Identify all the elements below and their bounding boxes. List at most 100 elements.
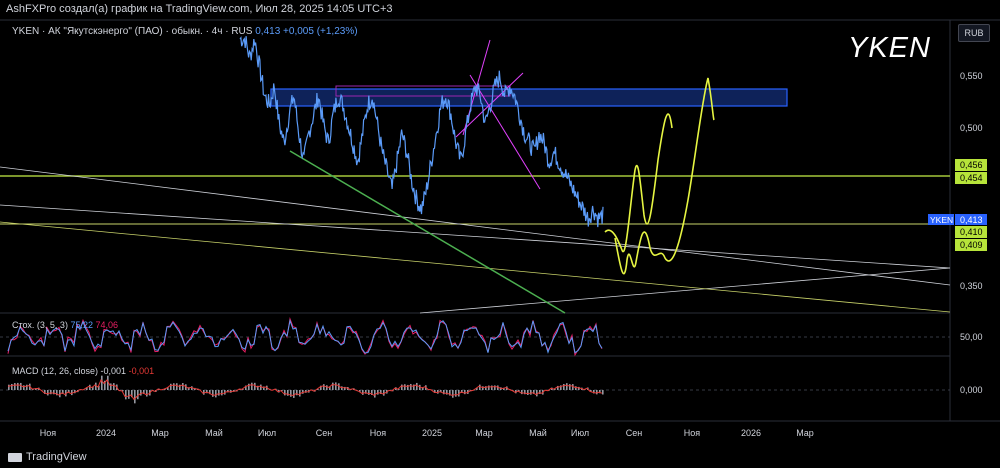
macd-bar xyxy=(14,383,16,390)
macd-bar xyxy=(566,383,568,390)
macd-legend[interactable]: MACD (12, 26, close) -0,001 -0,001 xyxy=(12,366,154,376)
macd-bar xyxy=(215,390,217,398)
x-tick-label: 2025 xyxy=(422,428,442,438)
macd-bar xyxy=(11,383,13,390)
y-tick-0350: 0,350 xyxy=(960,281,983,291)
macd-bar xyxy=(134,390,136,404)
macd-bar xyxy=(212,390,214,397)
macd-bar xyxy=(377,390,379,395)
x-tick-label: Июл xyxy=(258,428,276,438)
macd-bar xyxy=(113,383,115,390)
macd-bar xyxy=(443,390,445,395)
macd-bar xyxy=(173,383,175,390)
macd-bar xyxy=(452,390,454,398)
macd-bar xyxy=(491,385,493,390)
stoch-tick-50: 50,00 xyxy=(960,332,983,342)
forecast-path-1 xyxy=(604,113,673,253)
macd-label: MACD (12, 26, close) xyxy=(12,366,99,376)
price-tag-0456: 0,456 xyxy=(960,160,983,170)
macd-bar xyxy=(401,384,403,390)
price-chart[interactable]: 0,550 0,500 0,350 0,456 0,454 YKEN 0,413… xyxy=(0,0,1000,448)
macd-bar xyxy=(362,390,364,395)
stoch-d-value: 74,06 xyxy=(95,320,119,330)
x-tick-label: Сен xyxy=(316,428,333,438)
x-tick-label: 2024 xyxy=(96,428,116,438)
x-tick-label: Май xyxy=(529,428,547,438)
macd-bar xyxy=(47,390,49,396)
macd-bar xyxy=(569,384,571,390)
macd-bar xyxy=(137,390,139,400)
macd-value-2: -0,001 xyxy=(128,366,155,376)
stoch-k-value: 75,22 xyxy=(70,320,93,330)
y-tick-0550: 0,550 xyxy=(960,71,983,81)
macd-bar xyxy=(248,383,250,390)
macd-bar xyxy=(17,382,19,390)
macd-bar xyxy=(341,386,343,390)
time-axis: Ноя 2024 Мар Май Июл Сен Ноя 2025 Мар Май Июл Сен Но… xyxy=(40,428,814,438)
footer-bar: TradingView xyxy=(0,448,1000,468)
macd-bar xyxy=(527,390,529,395)
macd-bar xyxy=(404,384,406,390)
macd-bar xyxy=(575,386,577,390)
macd-bar xyxy=(140,390,142,396)
price-series-line xyxy=(239,36,604,228)
stoch-legend[interactable]: Стох. (3, 5, 3) 75,22 74,06 xyxy=(12,320,118,330)
macd-bar xyxy=(146,390,148,397)
macd-bar xyxy=(20,382,22,390)
price-tag-0454: 0,454 xyxy=(960,173,983,183)
macd-bar xyxy=(494,385,496,390)
x-tick-label: Мар xyxy=(151,428,169,438)
macd-bar xyxy=(50,390,52,395)
macd-bar xyxy=(464,390,466,395)
x-tick-label: Мар xyxy=(475,428,493,438)
macd-bar xyxy=(455,390,457,397)
macd-bar xyxy=(110,383,112,390)
macd-bar xyxy=(8,384,10,390)
y-tick-0500: 0,500 xyxy=(960,123,983,133)
macd-bar xyxy=(488,385,490,390)
macd-bar xyxy=(563,383,565,390)
trendline-white-2 xyxy=(0,204,951,269)
x-tick-label: Мар xyxy=(796,428,814,438)
macd-bar xyxy=(101,375,103,390)
macd-bar xyxy=(332,382,334,390)
stoch-label: Стох. (3, 5, 3) xyxy=(12,320,68,330)
x-tick-label: 2026 xyxy=(741,428,761,438)
macd-bar xyxy=(530,390,532,395)
macd-bar xyxy=(326,385,328,390)
tradingview-logo-icon xyxy=(8,452,22,462)
price-tag-0409: 0,409 xyxy=(960,240,983,250)
macd-bar xyxy=(128,390,130,399)
macd-tick-0: 0,000 xyxy=(960,385,983,395)
macd-bar xyxy=(410,383,412,390)
macd-bar xyxy=(290,390,292,397)
macd-bar xyxy=(368,390,370,395)
price-tag-0410: 0,410 xyxy=(960,227,983,237)
macd-bar xyxy=(284,390,286,396)
macd-bar xyxy=(521,390,523,395)
x-tick-label: Май xyxy=(205,428,223,438)
macd-bar xyxy=(125,390,127,400)
macd-bar xyxy=(323,384,325,390)
x-tick-label: Сен xyxy=(626,428,643,438)
x-tick-label: Июл xyxy=(571,428,589,438)
last-tag-value: 0,413 xyxy=(960,215,983,225)
last-tag-symbol: YKEN xyxy=(930,215,953,225)
tradingview-brand[interactable]: TradingView xyxy=(8,451,87,463)
macd-bar xyxy=(416,382,418,390)
macd-bar xyxy=(221,390,223,396)
macd-bar xyxy=(23,385,25,390)
macd-bar xyxy=(602,390,604,395)
macd-bar xyxy=(251,382,253,390)
macd-bar xyxy=(170,383,172,390)
macd-bar xyxy=(482,386,484,390)
x-tick-label: Ноя xyxy=(684,428,701,438)
brand-label: TradingView xyxy=(26,451,87,463)
x-tick-label: Ноя xyxy=(40,428,57,438)
macd-bar xyxy=(293,390,295,398)
macd-bar xyxy=(176,383,178,390)
macd-bar xyxy=(479,384,481,390)
macd-bar xyxy=(287,390,289,396)
macd-bar xyxy=(335,382,337,390)
macd-bar xyxy=(182,383,184,390)
